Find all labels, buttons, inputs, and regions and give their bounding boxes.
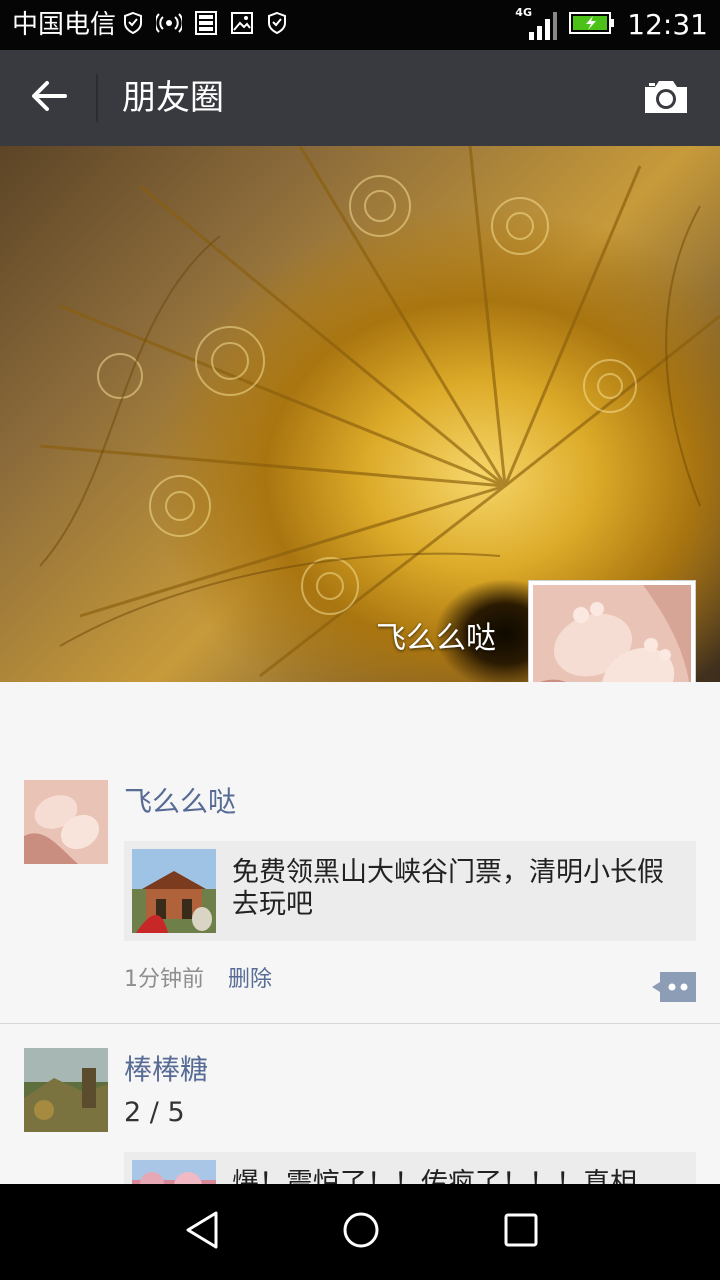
title-bar: 朋友圈 (0, 50, 720, 146)
status-bar: 中国电信 4G 12:31 (0, 0, 720, 50)
avatar[interactable] (24, 1048, 108, 1132)
hotspot-icon (154, 12, 184, 38)
share-title: 爆！震惊了！！传疯了！！！真相 (232, 1168, 637, 1184)
signal-icon: 4G (515, 6, 558, 42)
battery-icon (569, 11, 615, 39)
post: 飞么么哒 免费领黑山大峡谷门票，清明小长假去玩吧 1分钟前 删除 (0, 682, 720, 1024)
nav-recents-button[interactable] (499, 1210, 543, 1254)
back-button[interactable] (22, 72, 76, 124)
moments-feed[interactable]: 飞么么哒 免费领黑山大峡谷门票，清明小长假去玩吧 1分钟前 删除 棒棒糖 2 /… (0, 682, 720, 1184)
status-icons-left (122, 10, 288, 40)
clock: 12:31 (627, 8, 708, 41)
square-recents-icon (503, 1212, 539, 1252)
shield-icon (266, 11, 288, 39)
circle-home-icon (341, 1210, 381, 1254)
title-divider (96, 74, 98, 122)
image-icon (230, 11, 254, 39)
page-title: 朋友圈 (122, 78, 224, 118)
share-thumbnail (132, 1160, 216, 1184)
page-counter: 2 / 5 (124, 1097, 185, 1128)
comment-icon (652, 972, 696, 1006)
share-link-card[interactable]: 爆！震惊了！！传疯了！！！真相 (124, 1152, 696, 1184)
comment-button[interactable] (652, 972, 696, 1002)
status-icons-right: 4G 12:31 (515, 6, 708, 44)
storage-icon (194, 10, 218, 40)
triangle-back-icon (184, 1210, 220, 1254)
post-time: 1分钟前 (124, 967, 204, 992)
camera-icon (643, 79, 689, 119)
post-author[interactable]: 飞么么哒 (124, 784, 236, 820)
post-author[interactable]: 棒棒糖 (124, 1052, 208, 1088)
delete-link[interactable]: 删除 (228, 965, 272, 995)
shield-icon (122, 11, 144, 39)
back-arrow-icon (31, 80, 67, 116)
avatar[interactable] (24, 780, 108, 864)
share-thumbnail (132, 849, 216, 933)
camera-button[interactable] (638, 76, 694, 122)
nav-home-button[interactable] (339, 1210, 383, 1254)
post: 棒棒糖 2 / 5 爆！震惊了！！传疯了！！！真相 (0, 1024, 720, 1184)
share-title: 免费领黑山大峡谷门票，清明小长假去玩吧 (232, 857, 664, 920)
navigation-bar (0, 1184, 720, 1280)
nav-back-button[interactable] (180, 1210, 224, 1254)
carrier-name: 中国电信 (12, 10, 117, 40)
cover-user-name: 飞么么哒 (376, 621, 496, 656)
share-link-card[interactable]: 免费领黑山大峡谷门票，清明小长假去玩吧 (124, 841, 696, 941)
